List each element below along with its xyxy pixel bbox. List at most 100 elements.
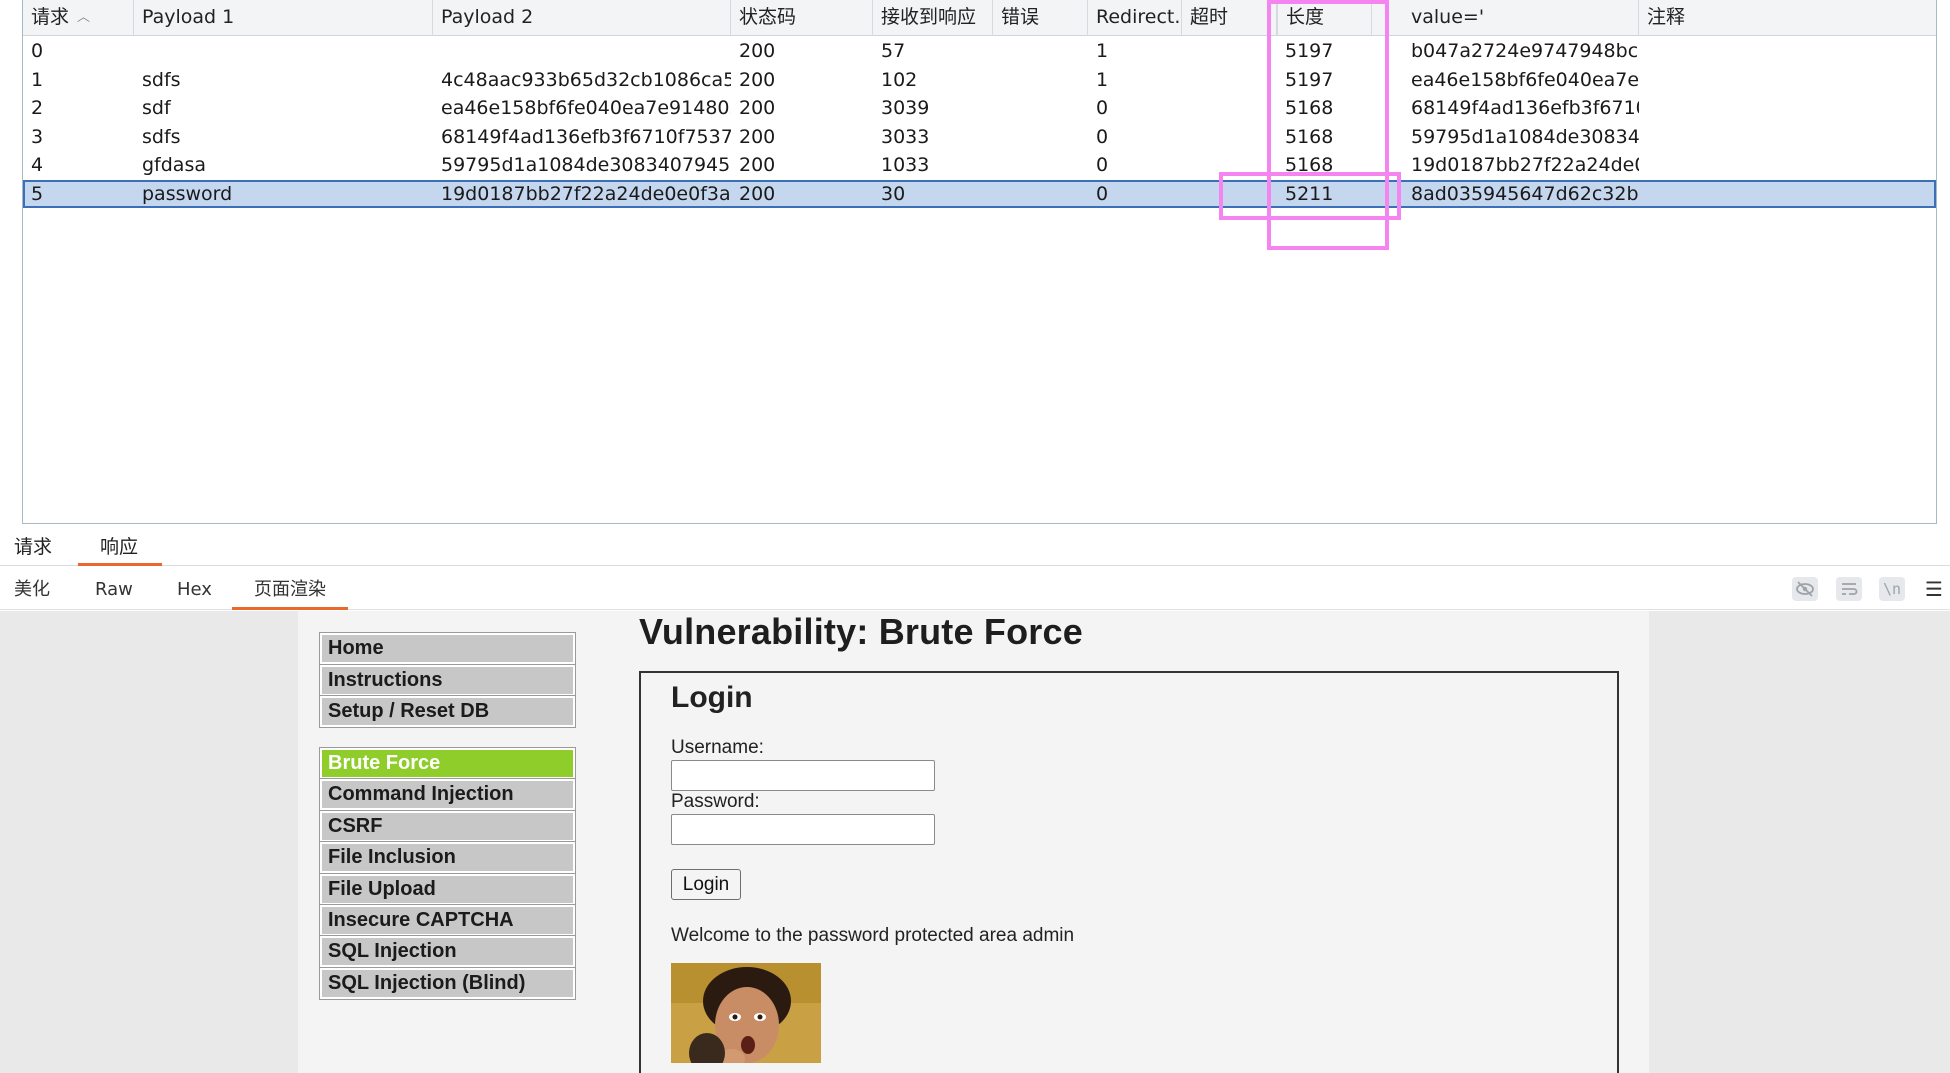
cell-payload2: 59795d1a1084de3083407945d... <box>441 154 731 176</box>
cell-payload2: 19d0187bb27f22a24de0e0f3a2f... <box>441 182 731 205</box>
cell-payload1: sdfs <box>142 68 181 91</box>
cell-redirects: 0 <box>1096 97 1109 119</box>
cell-redirects: 1 <box>1096 40 1109 62</box>
cell-error <box>993 151 1088 180</box>
cell-error <box>993 182 1088 211</box>
cell-payload1 <box>134 37 433 66</box>
col-header-request[interactable]: 请求 ︿ <box>23 0 134 36</box>
col-header-received[interactable]: 接收到响应 <box>873 0 993 36</box>
cell-timeout <box>1182 182 1277 211</box>
cell-comment <box>1639 151 1938 180</box>
cell-value: ea46e158bf6fe040ea7e9... <box>1411 68 1639 91</box>
menu-item-brute-force[interactable]: Brute Force <box>319 747 576 780</box>
cell-payload2: 68149f4ad136efb3f6710f75374... <box>441 125 731 148</box>
password-input[interactable] <box>671 814 935 845</box>
tab-hex[interactable]: Hex <box>177 566 212 610</box>
show-newlines-button[interactable]: \n <box>1878 576 1906 602</box>
cell-request: 0 <box>31 40 44 62</box>
results-table: 请求 ︿ Payload 1 Payload 2 状态码 接收到响应 错误 Red… <box>22 0 1937 524</box>
options-menu-button[interactable]: ☰ <box>1922 576 1946 602</box>
tab-pretty[interactable]: 美化 <box>14 566 50 610</box>
cell-length: 5211 <box>1285 182 1334 205</box>
cell-timeout <box>1182 123 1277 152</box>
cell-error <box>993 94 1088 123</box>
menu-icon: ☰ <box>1925 577 1943 601</box>
cell-comment <box>1639 123 1938 152</box>
wrap-lines-icon <box>1836 577 1862 601</box>
login-button[interactable]: Login <box>671 869 741 900</box>
eye-off-icon <box>1792 577 1818 601</box>
col-header-value[interactable]: value=' <box>1403 0 1639 36</box>
cell-comment <box>1639 37 1938 66</box>
cell-status: 200 <box>739 40 776 62</box>
cell-request: 1 <box>31 68 44 91</box>
cell-value: 59795d1a1084de308340... <box>1411 125 1639 148</box>
menu-item-csrf[interactable]: CSRF <box>319 809 576 843</box>
menu-item-command-injection[interactable]: Command Injection <box>319 778 576 812</box>
table-row[interactable]: 3 sdfs 68149f4ad136efb3f6710f75374... 200 30… <box>23 123 1936 152</box>
table-row[interactable]: 0 200 57 1 5197 b047a2724e9747948bc9... <box>23 37 1936 66</box>
cell-comment <box>1639 66 1938 95</box>
menu-item-instructions[interactable]: Instructions <box>319 663 576 697</box>
username-input[interactable] <box>671 760 935 791</box>
cell-received: 1033 <box>881 154 930 176</box>
cell-request: 4 <box>31 154 44 176</box>
cell-error <box>993 37 1088 66</box>
cell-value: 68149f4ad136efb3f6710... <box>1411 97 1639 119</box>
cell-received: 3039 <box>881 97 930 119</box>
cell-redirects: 0 <box>1096 182 1109 205</box>
menu-item-sql-injection-blind[interactable]: SQL Injection (Blind) <box>319 966 576 1000</box>
col-header-status[interactable]: 状态码 <box>731 0 873 36</box>
cell-length: 5197 <box>1285 68 1334 91</box>
cell-timeout <box>1182 66 1277 95</box>
cell-comment <box>1639 94 1938 123</box>
cell-received: 57 <box>881 40 906 62</box>
cell-payload2 <box>433 37 731 66</box>
welcome-message: Welcome to the password protected area a… <box>671 925 1075 946</box>
col-header-error[interactable]: 错误 <box>993 0 1088 36</box>
menu-item-file-upload[interactable]: File Upload <box>319 872 576 906</box>
col-header-comment[interactable]: 注释 <box>1639 0 1938 36</box>
password-label: Password: <box>671 791 760 812</box>
cell-payload2: ea46e158bf6fe040ea7e914803e... <box>441 97 731 119</box>
cell-comment <box>1639 182 1938 211</box>
menu-item-sql-injection[interactable]: SQL Injection <box>319 935 576 969</box>
col-header-payload2[interactable]: Payload 2 <box>433 0 731 36</box>
cell-value: b047a2724e9747948bc9... <box>1411 40 1639 62</box>
cell-received: 30 <box>881 182 906 205</box>
col-header-length[interactable]: 长度 <box>1277 0 1372 36</box>
request-response-tabs: 请求 响应 <box>0 528 1950 566</box>
menu-item-home[interactable]: Home <box>319 632 576 665</box>
login-form: Login Username: Password: Login Welcome … <box>639 671 1619 1073</box>
cell-request: 2 <box>31 97 44 119</box>
tab-response[interactable]: 响应 <box>100 528 138 566</box>
cell-payload2: 4c48aac933b65d32cb1086ca5d... <box>441 68 731 91</box>
cell-payload1: password <box>142 182 233 205</box>
cell-error <box>993 66 1088 95</box>
admin-avatar-image <box>671 963 821 1063</box>
table-row[interactable]: 2 sdf ea46e158bf6fe040ea7e914803e... 200 303… <box>23 94 1936 123</box>
tab-raw[interactable]: Raw <box>95 566 133 610</box>
col-header-payload1[interactable]: Payload 1 <box>134 0 433 36</box>
cell-redirects: 1 <box>1096 68 1109 91</box>
table-row[interactable]: 4 gfdasa 59795d1a1084de3083407945d... 200 10… <box>23 151 1936 180</box>
table-row[interactable]: 5 password 19d0187bb27f22a24de0e0f3a2f... 2… <box>23 179 1938 211</box>
cell-redirects: 0 <box>1096 125 1109 148</box>
table-header: 请求 ︿ Payload 1 Payload 2 状态码 接收到响应 错误 Red… <box>23 0 1936 36</box>
cell-request: 3 <box>31 125 44 148</box>
cell-payload1: sdfs <box>142 125 181 148</box>
newline-icon: \n <box>1879 577 1905 601</box>
menu-item-file-inclusion[interactable]: File Inclusion <box>319 841 576 875</box>
tab-request[interactable]: 请求 <box>14 528 52 566</box>
col-header-timeout[interactable]: 超时 <box>1182 0 1277 36</box>
menu-item-insecure-captcha[interactable]: Insecure CAPTCHA <box>319 904 576 937</box>
menu-item-setup-reset-db[interactable]: Setup / Reset DB <box>319 695 576 728</box>
table-row[interactable]: 1 sdfs 4c48aac933b65d32cb1086ca5d... 200 102… <box>23 66 1936 95</box>
cell-received: 3033 <box>881 125 930 148</box>
col-header-redirects[interactable]: Redirect... <box>1088 0 1182 36</box>
hide-nonprintable-button[interactable] <box>1791 576 1819 602</box>
tab-render[interactable]: 页面渲染 <box>254 566 326 610</box>
wrap-lines-button[interactable] <box>1835 576 1863 602</box>
cell-timeout <box>1182 37 1277 66</box>
cell-value: 19d0187bb27f22a24de0... <box>1411 154 1639 176</box>
